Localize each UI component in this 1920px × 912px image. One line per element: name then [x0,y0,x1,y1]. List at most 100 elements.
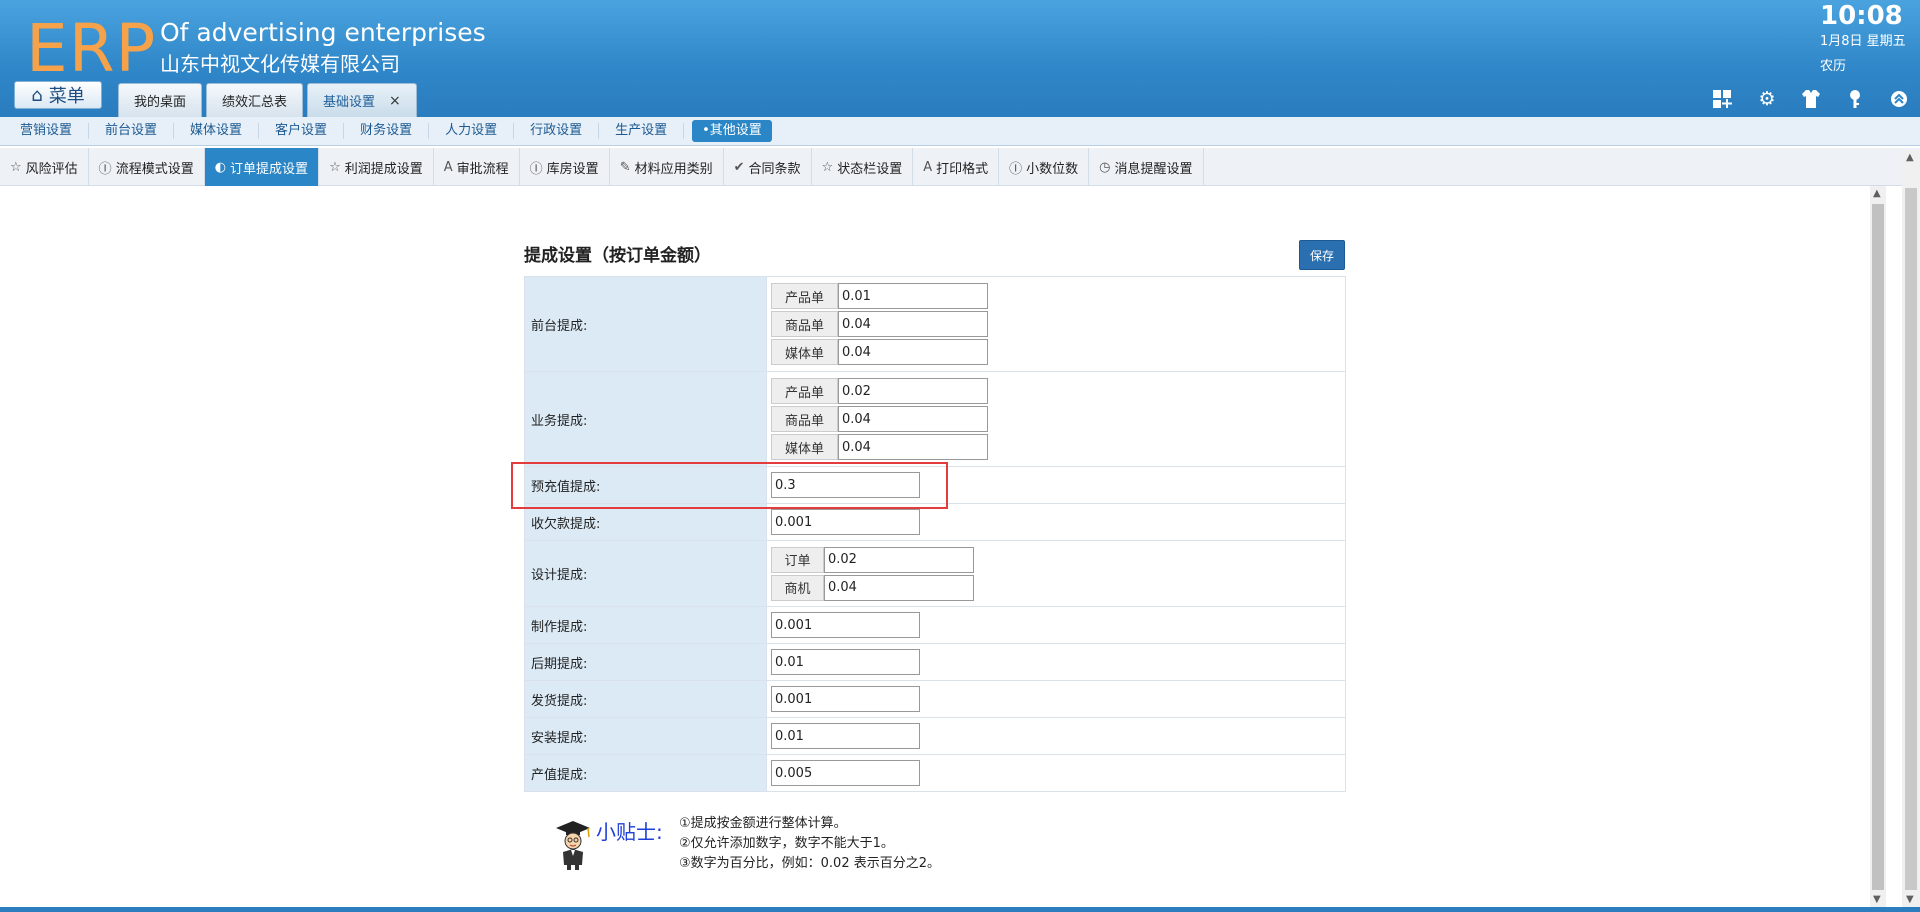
business-product-input[interactable] [838,378,988,404]
pencil-icon: ✎ [619,159,631,175]
row-label: 产值提成: [524,754,767,792]
close-icon[interactable]: × [389,93,401,109]
subnav-label: 订单提成设置 [230,161,309,177]
tab-label: 绩效汇总表 [222,95,288,110]
subnav-warehouse[interactable]: Ⓘ 库房设置 [520,148,610,186]
subnav-order-commission[interactable]: ◐ 订单提成设置 [204,148,320,186]
scrollbar-thumb[interactable] [1872,204,1884,890]
font-icon: A [443,159,453,175]
field-prefix: 商品单 [771,311,838,337]
subnav-label: 小数位数 [1026,161,1079,177]
subnav-label: 风险评估 [25,161,78,177]
cat-other-settings[interactable]: •其他设置 [692,120,772,142]
window-scrollbar[interactable]: ▲ ▼ [1902,150,1920,908]
star-icon: ☆ [821,159,834,175]
field-prefix: 产品单 [771,283,838,309]
subnav-approval-flow[interactable]: A 审批流程 [434,148,520,186]
menu-button[interactable]: ⌂ 菜单 [14,81,102,109]
subnav-label: 合同条款 [748,161,801,177]
subnav-material-category[interactable]: ✎ 材料应用类别 [610,148,724,186]
home-icon: ⌂ [31,84,43,106]
business-goods-input[interactable] [838,406,988,432]
highlight-box [511,462,948,509]
cat-marketing-settings[interactable]: 营销设置 [4,123,90,139]
cat-admin-settings[interactable]: 行政设置 [514,123,600,139]
shipping-input[interactable] [771,686,920,712]
subnav-decimal-places[interactable]: Ⓘ 小数位数 [999,148,1090,186]
design-opportunity-input[interactable] [824,574,974,601]
post-production-input[interactable] [771,649,920,675]
subnav-profit-commission[interactable]: ☆ 利润提成设置 [319,148,434,186]
apps-icon[interactable] [1712,88,1734,110]
front-desk-goods-input[interactable] [838,311,988,337]
erp-logo: ERP [26,10,157,87]
subnav-status-bar[interactable]: ☆ 状态栏设置 [812,148,914,186]
subnav-label: 审批流程 [456,161,509,177]
field-prefix: 媒体单 [771,434,838,460]
clock-lunar: 农历 [1820,59,1847,74]
subnav-process-mode[interactable]: Ⓘ 流程模式设置 [89,148,205,186]
install-input[interactable] [771,723,920,749]
table-row: 后期提成: [524,643,1346,681]
production-input[interactable] [771,612,920,638]
gear-icon[interactable]: ⚙ [1756,88,1778,110]
cat-media-settings[interactable]: 媒体设置 [174,123,260,139]
row-label: 业务提成: [524,371,767,467]
scrollbar-thumb[interactable] [1905,188,1917,890]
table-row: 发货提成: [524,680,1346,718]
scroll-down-icon[interactable]: ▼ [1873,894,1881,905]
header-toolbar: ⚙ [1712,88,1910,110]
collapse-icon[interactable] [1888,88,1910,110]
cat-hr-settings[interactable]: 人力设置 [429,123,515,139]
shirt-icon[interactable] [1800,88,1822,110]
subnav-label: 打印格式 [936,161,989,177]
table-row: 产值提成: [524,754,1346,792]
cat-customer-settings[interactable]: 客户设置 [259,123,345,139]
key-icon[interactable] [1844,88,1866,110]
arrears-input[interactable] [771,509,920,535]
tip-line: ①提成按金额进行整体计算。 [679,816,847,831]
tip-line: ③数字为百分比，例如：0.02 表示百分之2。 [679,856,941,871]
table-row: 前台提成: 产品单 商品单 媒体单 [524,276,1346,372]
field-prefix: 订单 [771,546,824,573]
row-label: 收欠款提成: [524,503,767,541]
business-media-input[interactable] [838,434,988,460]
clock-time: 10:08 [1820,1,1903,31]
subnav-message-reminder[interactable]: ◷ 消息提醒设置 [1089,148,1204,186]
subnav-label: 库房设置 [546,161,599,177]
subnav-label: 材料应用类别 [634,161,713,177]
table-row: 收欠款提成: [524,503,1346,541]
cat-finance-settings[interactable]: 财务设置 [344,123,430,139]
field-prefix: 媒体单 [771,339,838,365]
subnav-label: 利润提成设置 [344,161,423,177]
check-icon: ✔ [733,159,745,175]
output-value-input[interactable] [771,760,920,786]
tab-performance-summary[interactable]: 绩效汇总表 [206,83,304,117]
cat-production-settings[interactable]: 生产设置 [599,123,685,139]
front-desk-media-input[interactable] [838,339,988,365]
clock-icon: ◷ [1099,159,1111,175]
save-button[interactable]: 保存 [1299,240,1345,270]
table-row: 业务提成: 产品单 商品单 媒体单 [524,371,1346,467]
tab-basic-settings[interactable]: 基础设置 × [307,83,417,117]
subnav-contract-terms[interactable]: ✔ 合同条款 [724,148,812,186]
scroll-up-icon[interactable]: ▲ [1906,152,1914,163]
cat-front-desk-settings[interactable]: 前台设置 [89,123,175,139]
row-label: 设计提成: [524,540,767,607]
scroll-up-icon[interactable]: ▲ [1873,188,1881,199]
tab-my-desktop[interactable]: 我的桌面 [118,83,203,117]
field-prefix: 商品单 [771,406,838,432]
row-label: 安装提成: [524,717,767,755]
design-order-input[interactable] [824,546,974,573]
star-icon: ☆ [329,159,341,175]
half-circle-icon: ◐ [214,159,227,175]
subnav-label: 消息提醒设置 [1114,161,1193,177]
row-label: 制作提成: [524,606,767,644]
subnav-risk-assessment[interactable]: ☆ 风险评估 [0,148,89,186]
subnav-print-format[interactable]: A 打印格式 [913,148,1000,186]
tip-line: ②仅允许添加数字，数字不能大于1。 [679,836,894,851]
content-scrollbar[interactable]: ▲ ▼ [1870,186,1886,908]
front-desk-product-input[interactable] [838,283,988,309]
scroll-down-icon[interactable]: ▼ [1906,894,1914,905]
tips-lines: ①提成按金额进行整体计算。 ②仅允许添加数字，数字不能大于1。 ③数字为百分比，… [679,814,940,874]
